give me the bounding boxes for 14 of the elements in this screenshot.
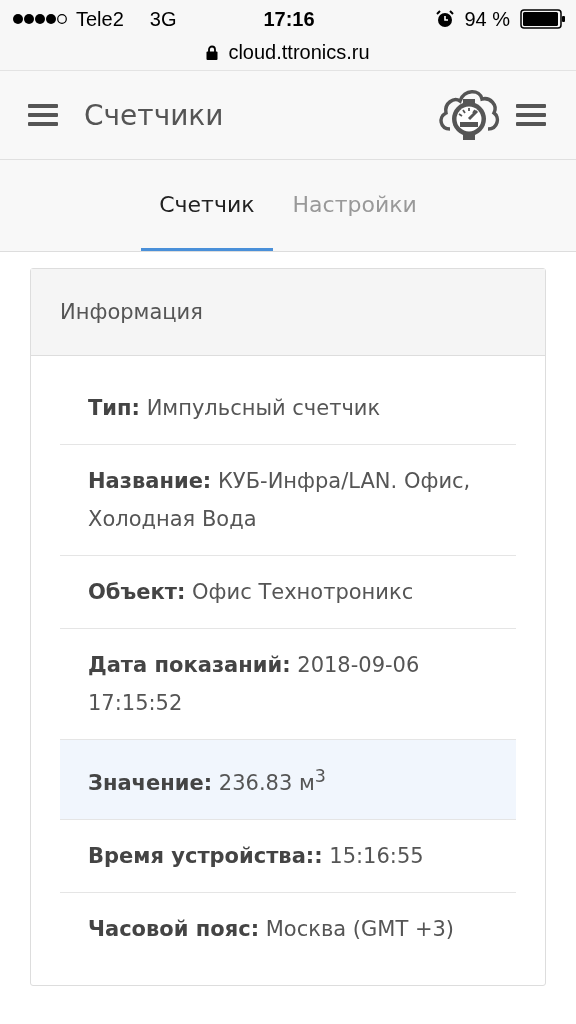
page-url[interactable]: cloud.ttronics.ru: [228, 40, 370, 64]
info-row: Значение: 236.83 м$^{3}$: [60, 740, 516, 820]
network-type: 3G: [149, 7, 177, 31]
info-row: Тип: Импульсный счетчик: [60, 372, 516, 445]
battery-percent: 94 %: [464, 7, 510, 31]
carrier-name: Tele2: [76, 7, 124, 31]
clock-time: 17:16: [263, 7, 315, 31]
info-row: Объект: Офис Технотроникс: [60, 556, 516, 629]
tab[interactable]: Счетчик: [141, 160, 273, 251]
panel-heading: Информация: [31, 269, 545, 356]
info-row-text: Часовой пояс: Москва (GMT +3): [87, 916, 456, 943]
page-title: Счетчики: [84, 98, 224, 132]
info-row: Название: КУБ-Инфра/LAN. Офис, Холодная Вода: [60, 445, 516, 556]
info-row: Время устройства:: 15:16:55: [60, 820, 516, 893]
